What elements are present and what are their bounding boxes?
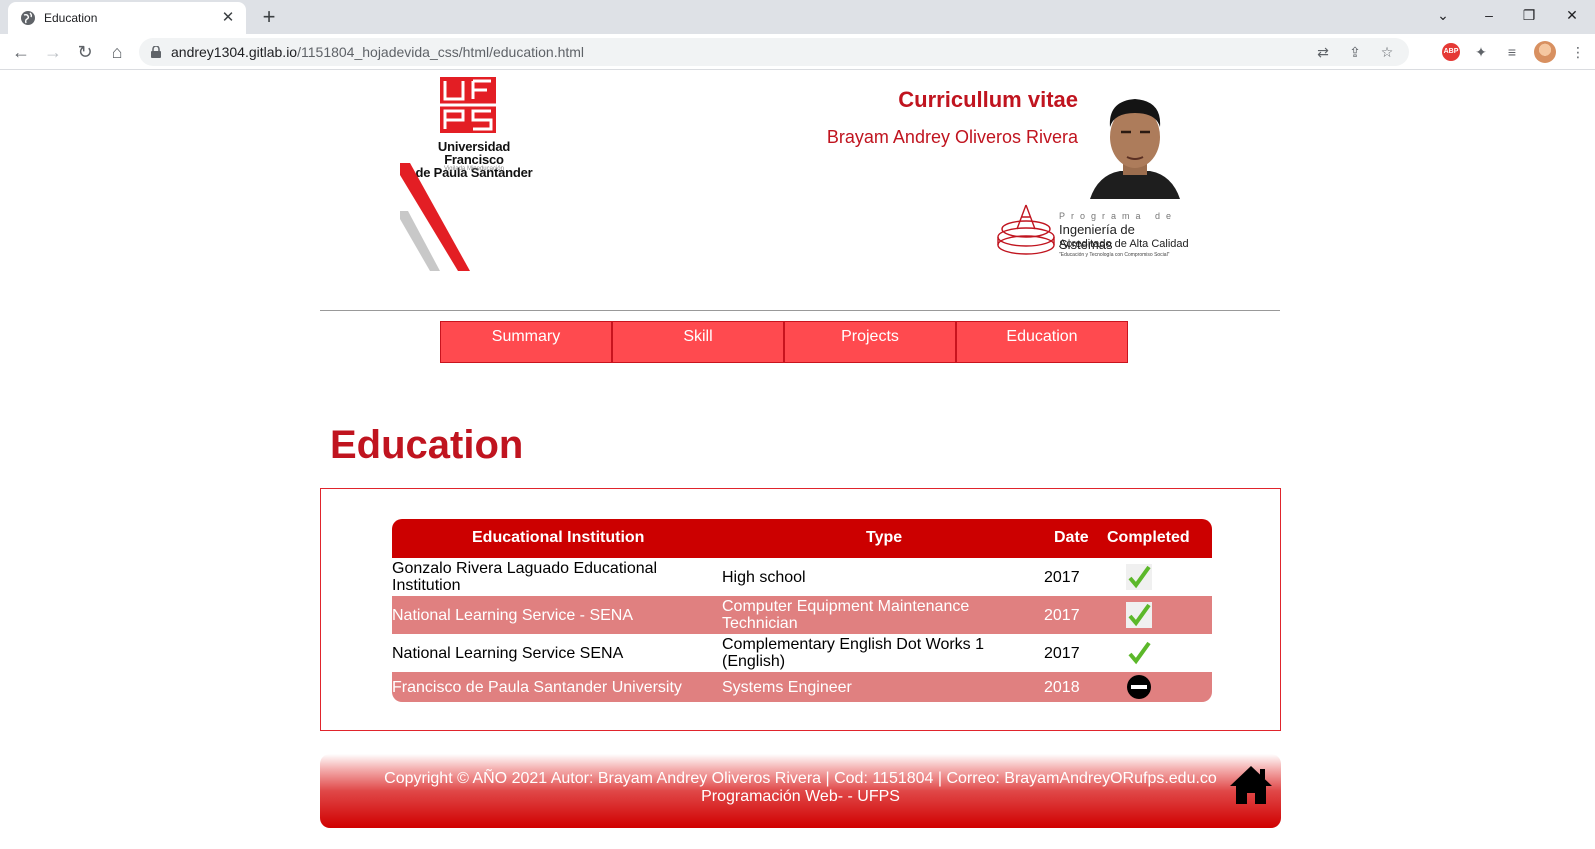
header-type: Type bbox=[866, 529, 903, 546]
table-row: National Learning Service SENA Complemen… bbox=[392, 634, 1212, 672]
date-cell: 2018 bbox=[1044, 679, 1080, 696]
page-content: Universidad Francisco de Paula Santander… bbox=[0, 71, 1595, 849]
program-accreditation: Acreditado de Alta Calidad bbox=[1059, 238, 1189, 250]
restore-icon[interactable]: ❐ bbox=[1506, 0, 1552, 32]
header-completed: Completed bbox=[1107, 529, 1190, 546]
ufps-mark-icon bbox=[440, 77, 496, 133]
nav-skill[interactable]: Skill bbox=[612, 321, 784, 363]
nav-summary[interactable]: Summary bbox=[440, 321, 612, 363]
institution-cell: National Learning Service - SENA bbox=[392, 607, 634, 624]
main-nav: Summary Skill Projects Education bbox=[440, 321, 1128, 363]
footer-copyright: Copyright © AÑO 2021 Autor: Brayam Andre… bbox=[384, 770, 1217, 787]
browser-tab-strip: Education ✕ + ⌄ – ❐ ✕ bbox=[0, 0, 1595, 34]
forward-icon[interactable]: → bbox=[38, 37, 68, 67]
browser-toolbar: ← → ↻ ⌂ andrey1304.gitlab.io/1151804_hoj… bbox=[0, 34, 1595, 70]
header-institution: Educational Institution bbox=[472, 529, 645, 546]
nav-projects[interactable]: Projects bbox=[784, 321, 956, 363]
table-header: Educational Institution Type Date Comple… bbox=[392, 519, 1212, 558]
table-row: Francisco de Paula Santander University … bbox=[392, 672, 1212, 702]
institution-cell: Francisco de Paula Santander University bbox=[392, 679, 682, 696]
education-panel: Educational Institution Type Date Comple… bbox=[320, 488, 1281, 731]
address-bar[interactable]: andrey1304.gitlab.io/1151804_hojadevida_… bbox=[139, 38, 1409, 66]
bookmark-star-icon[interactable]: ☆ bbox=[1377, 42, 1397, 62]
nav-education[interactable]: Education bbox=[956, 321, 1128, 363]
table-row: National Learning Service - SENA Compute… bbox=[392, 596, 1212, 634]
ufps-logo: Universidad Francisco de Paula Santander… bbox=[400, 77, 540, 277]
profile-avatar[interactable] bbox=[1534, 41, 1556, 63]
share-icon[interactable]: ⇪ bbox=[1345, 42, 1365, 62]
footer-course: Programación Web- - UFPS bbox=[701, 788, 900, 805]
extensions-icon[interactable]: ✦ bbox=[1469, 40, 1493, 64]
check-icon bbox=[1126, 564, 1152, 590]
not-completed-icon bbox=[1127, 675, 1151, 699]
tab-search-icon[interactable]: ⌄ bbox=[1420, 0, 1466, 32]
table-row: Gonzalo Rivera Laguado Educational Insti… bbox=[392, 558, 1212, 596]
header-date: Date bbox=[1054, 529, 1089, 546]
header-divider bbox=[320, 310, 1280, 311]
tab-close-icon[interactable]: ✕ bbox=[218, 8, 238, 28]
home-icon[interactable]: ⌂ bbox=[102, 37, 132, 67]
decorative-stripes bbox=[400, 163, 470, 271]
tab-title: Education bbox=[44, 11, 98, 25]
type-cell: High school bbox=[722, 569, 806, 586]
translate-icon[interactable]: ⇄ bbox=[1313, 42, 1333, 62]
date-cell: 2017 bbox=[1044, 645, 1080, 662]
date-cell: 2017 bbox=[1044, 569, 1080, 586]
type-cell: Computer Equipment Maintenance Technicia… bbox=[722, 598, 970, 632]
cv-author-name: Brayam Andrey Oliveros Rivera bbox=[826, 127, 1078, 147]
close-window-icon[interactable]: ✕ bbox=[1549, 0, 1595, 32]
reload-icon[interactable]: ↻ bbox=[70, 37, 100, 67]
type-cell: Complementary English Dot Works 1 (Engli… bbox=[722, 636, 985, 670]
back-icon[interactable]: ← bbox=[6, 37, 36, 67]
url-text: andrey1304.gitlab.io/1151804_hojadevida_… bbox=[171, 44, 585, 60]
new-tab-button[interactable]: + bbox=[255, 4, 283, 32]
institution-cell: National Learning Service SENA bbox=[392, 645, 624, 662]
program-logo: Programa de Ingeniería de Sistemas Acred… bbox=[995, 201, 1190, 267]
globe-icon bbox=[21, 11, 35, 25]
date-cell: 2017 bbox=[1044, 607, 1080, 624]
program-emblem-icon bbox=[997, 204, 1055, 255]
home-link-icon[interactable] bbox=[1228, 764, 1274, 806]
program-motto: "Educación y Tecnología con Compromiso S… bbox=[1059, 252, 1170, 258]
check-icon bbox=[1126, 602, 1152, 628]
lock-icon bbox=[151, 46, 161, 58]
check-icon bbox=[1126, 640, 1152, 666]
profile-photo bbox=[1090, 87, 1180, 199]
menu-icon[interactable]: ⋮ bbox=[1566, 40, 1590, 64]
institution-cell: Gonzalo Rivera Laguado Educational Insti… bbox=[392, 560, 658, 594]
media-icon[interactable]: ≡ bbox=[1500, 40, 1524, 64]
browser-tab[interactable]: Education ✕ bbox=[8, 2, 246, 34]
education-table: Educational Institution Type Date Comple… bbox=[392, 519, 1212, 702]
cv-title: Curricullum vitae bbox=[898, 87, 1078, 112]
page-footer: Copyright © AÑO 2021 Autor: Brayam Andre… bbox=[320, 754, 1281, 828]
program-top-text: Programa de bbox=[1059, 211, 1178, 221]
adblock-icon[interactable]: ABP bbox=[1442, 43, 1460, 61]
type-cell: Systems Engineer bbox=[722, 679, 852, 696]
page-title: Education bbox=[330, 423, 524, 467]
